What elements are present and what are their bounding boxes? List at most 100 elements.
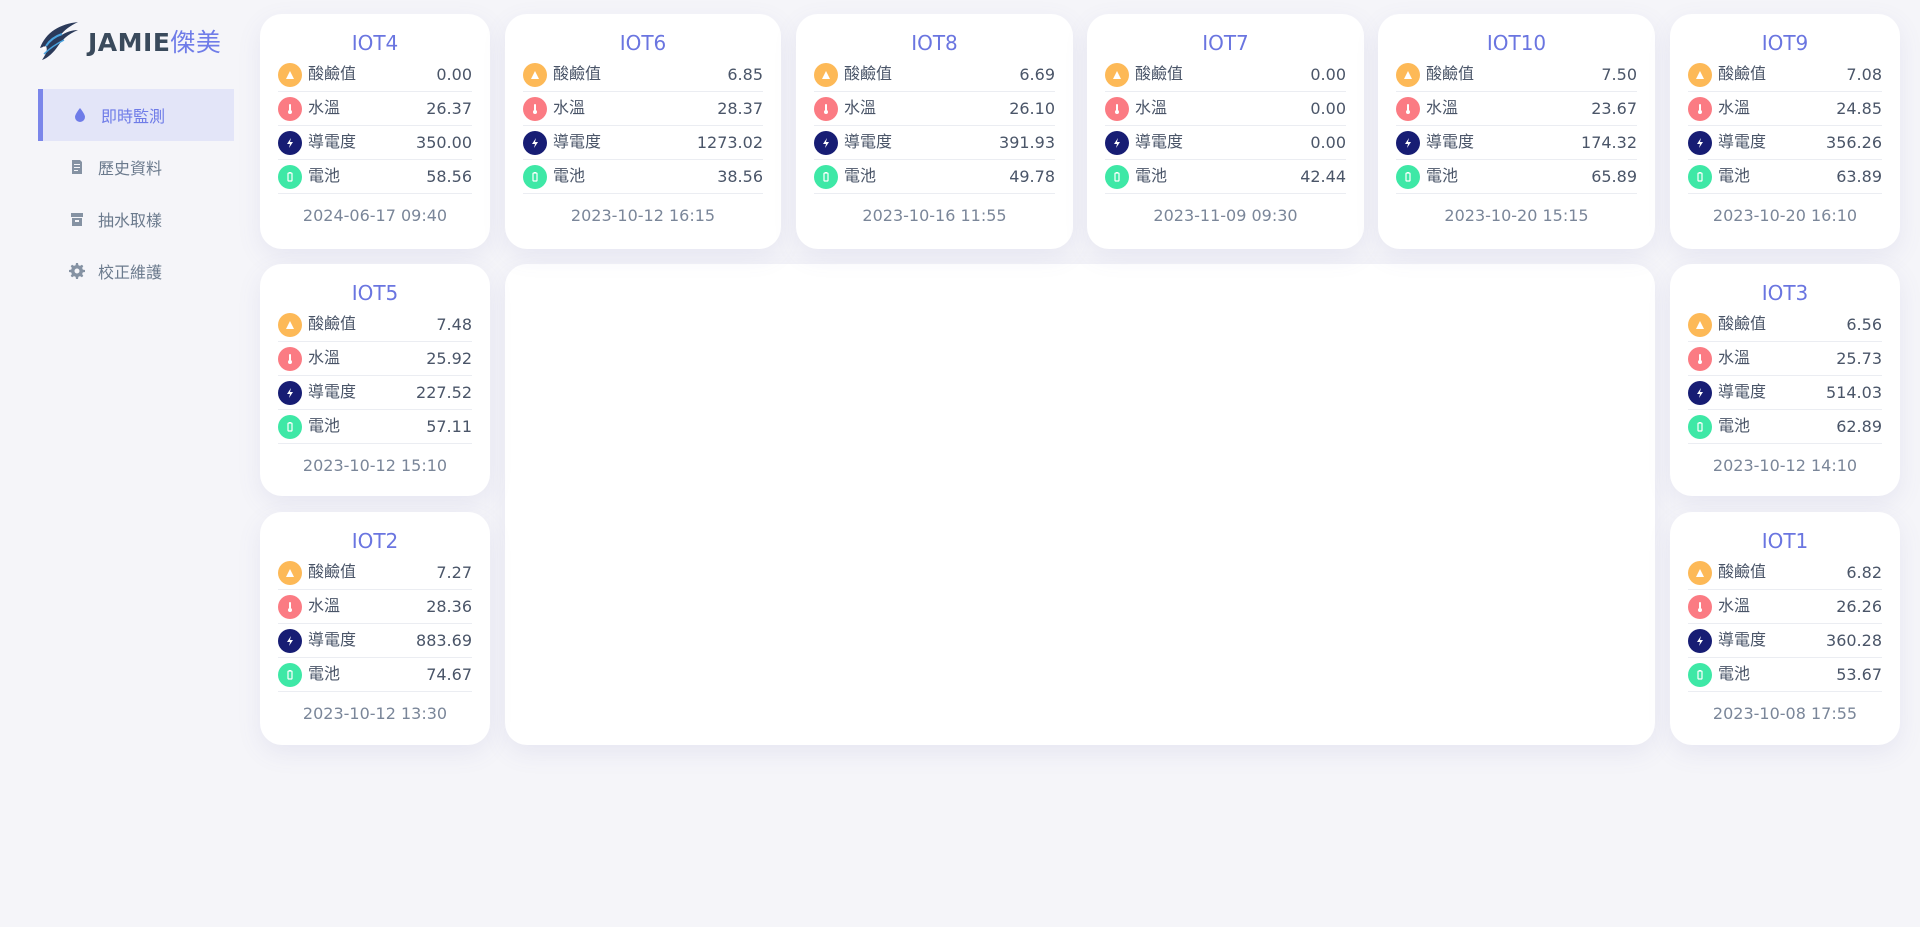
device-name: IOT9 <box>1761 31 1809 55</box>
battery-icon <box>278 662 302 687</box>
last-update-time: 2023-10-20 16:10 <box>1712 206 1858 225</box>
metric-row-conductivity: 導電度 391.93 <box>814 126 1055 160</box>
brand-logo[interactable]: JAMIE傑美 <box>36 16 221 66</box>
last-update-time: 2023-10-12 16:15 <box>570 206 716 225</box>
device-card[interactable]: IOT5 酸鹼值 7.48 水溫 25.92 導電度 227.52 電池 57.… <box>260 264 490 496</box>
metric-value: 26.10 <box>1009 99 1055 118</box>
metric-value: 7.27 <box>436 563 472 582</box>
metric-row-temp: 水溫 26.26 <box>1688 590 1882 624</box>
last-update-time: 2023-10-16 11:55 <box>862 206 1007 225</box>
map-panel[interactable] <box>505 264 1655 745</box>
battery-icon <box>1688 414 1712 439</box>
menu-item-label: 抽水取樣 <box>98 211 163 230</box>
metric-value: 23.67 <box>1591 99 1637 118</box>
battery-icon <box>1396 164 1420 189</box>
last-update-time: 2023-10-12 14:10 <box>1712 456 1858 475</box>
metric-value: 883.69 <box>416 631 472 650</box>
metric-label: 電池 <box>1426 165 1459 185</box>
metric-label: 酸鹼值 <box>1718 313 1767 333</box>
lightning-icon <box>1688 130 1712 155</box>
lightning-icon <box>814 130 838 155</box>
metric-row-battery: 電池 38.56 <box>523 160 763 194</box>
battery-icon <box>814 164 838 189</box>
metric-value: 38.56 <box>717 167 763 186</box>
metric-label: 酸鹼值 <box>308 561 357 581</box>
ph-icon <box>523 62 547 87</box>
device-name: IOT10 <box>1486 31 1547 55</box>
metric-label: 酸鹼值 <box>308 63 357 83</box>
metric-value: 42.44 <box>1300 167 1346 186</box>
metric-row-conductivity: 導電度 883.69 <box>278 624 472 658</box>
metric-value: 65.89 <box>1591 167 1637 186</box>
thermometer-icon <box>814 96 838 121</box>
battery-icon <box>523 164 547 189</box>
metric-row-temp: 水溫 28.36 <box>278 590 472 624</box>
device-card[interactable]: IOT9 酸鹼值 7.08 水溫 24.85 導電度 356.26 電池 63.… <box>1670 14 1900 249</box>
device-name: IOT4 <box>351 31 399 55</box>
menu-item-label: 歷史資料 <box>98 159 163 178</box>
metric-row-ph: 酸鹼值 6.82 <box>1688 556 1882 590</box>
water-drop-icon <box>71 106 89 124</box>
menu-item-sampling[interactable]: 抽水取樣 <box>38 193 234 245</box>
metric-label: 導電度 <box>1426 131 1475 151</box>
metric-label: 酸鹼值 <box>1135 63 1184 83</box>
metric-value: 0.00 <box>1310 65 1346 84</box>
metric-row-ph: 酸鹼值 6.69 <box>814 58 1055 92</box>
ph-icon <box>1688 312 1712 337</box>
metric-row-conductivity: 導電度 350.00 <box>278 126 472 160</box>
menu-item-history[interactable]: 歷史資料 <box>38 141 234 193</box>
metric-row-ph: 酸鹼值 7.08 <box>1688 58 1882 92</box>
device-card[interactable]: IOT1 酸鹼值 6.82 水溫 26.26 導電度 360.28 電池 53.… <box>1670 512 1900 745</box>
metric-value: 514.03 <box>1826 383 1882 402</box>
device-name: IOT8 <box>911 31 958 55</box>
metric-value: 26.37 <box>426 99 472 118</box>
lightning-icon <box>523 130 547 155</box>
metric-value: 74.67 <box>426 665 472 684</box>
menu-item-realtime[interactable]: 即時監測 <box>38 89 234 141</box>
metric-label: 酸鹼值 <box>1426 63 1475 83</box>
archive-box-icon <box>68 210 86 228</box>
eagle-logo-icon <box>40 22 78 60</box>
metric-label: 酸鹼值 <box>844 63 893 83</box>
thermometer-icon <box>278 346 302 371</box>
brand-name: JAMIE傑美 <box>88 23 221 59</box>
metric-row-conductivity: 導電度 0.00 <box>1105 126 1346 160</box>
device-card[interactable]: IOT8 酸鹼值 6.69 水溫 26.10 導電度 391.93 電池 49.… <box>796 14 1073 249</box>
metric-label: 水溫 <box>1426 97 1459 117</box>
metric-label: 酸鹼值 <box>1718 63 1767 83</box>
device-card[interactable]: IOT2 酸鹼值 7.27 水溫 28.36 導電度 883.69 電池 74.… <box>260 512 490 745</box>
thermometer-icon <box>1688 346 1712 371</box>
last-update-time: 2024-06-17 09:40 <box>302 206 448 225</box>
metric-label: 導電度 <box>844 131 893 151</box>
metric-row-battery: 電池 57.11 <box>278 410 472 444</box>
metric-row-temp: 水溫 26.37 <box>278 92 472 126</box>
metric-row-battery: 電池 63.89 <box>1688 160 1882 194</box>
battery-icon <box>1105 164 1129 189</box>
menu-item-calibration[interactable]: 校正維護 <box>38 245 234 297</box>
device-card[interactable]: IOT10 酸鹼值 7.50 水溫 23.67 導電度 174.32 電池 65… <box>1378 14 1655 249</box>
metric-value: 0.00 <box>1310 99 1346 118</box>
metric-label: 電池 <box>1718 415 1751 435</box>
metric-label: 導電度 <box>1718 381 1767 401</box>
thermometer-icon <box>1105 96 1129 121</box>
device-card[interactable]: IOT7 酸鹼值 0.00 水溫 0.00 導電度 0.00 電池 42.44 … <box>1087 14 1364 249</box>
device-card[interactable]: IOT6 酸鹼值 6.85 水溫 28.37 導電度 1273.02 電池 38… <box>505 14 781 249</box>
sidebar: JAMIE傑美 即時監測 歷史資料 抽水取樣 校正維護 <box>0 0 260 927</box>
metric-label: 電池 <box>553 165 586 185</box>
metric-value: 28.36 <box>426 597 472 616</box>
metric-label: 電池 <box>1718 663 1751 683</box>
ph-icon <box>278 62 302 87</box>
device-card[interactable]: IOT3 酸鹼值 6.56 水溫 25.73 導電度 514.03 電池 62.… <box>1670 264 1900 496</box>
metric-value: 58.56 <box>426 167 472 186</box>
metric-value: 391.93 <box>999 133 1055 152</box>
ph-icon <box>814 62 838 87</box>
metric-row-battery: 電池 65.89 <box>1396 160 1637 194</box>
lightning-icon <box>1105 130 1129 155</box>
metric-row-temp: 水溫 24.85 <box>1688 92 1882 126</box>
device-card[interactable]: IOT4 酸鹼值 0.00 水溫 26.37 導電度 350.00 電池 58.… <box>260 14 490 249</box>
metric-label: 酸鹼值 <box>553 63 602 83</box>
metric-row-conductivity: 導電度 1273.02 <box>523 126 763 160</box>
metric-row-conductivity: 導電度 514.03 <box>1688 376 1882 410</box>
metric-label: 水溫 <box>844 97 877 117</box>
metric-value: 24.85 <box>1836 99 1882 118</box>
